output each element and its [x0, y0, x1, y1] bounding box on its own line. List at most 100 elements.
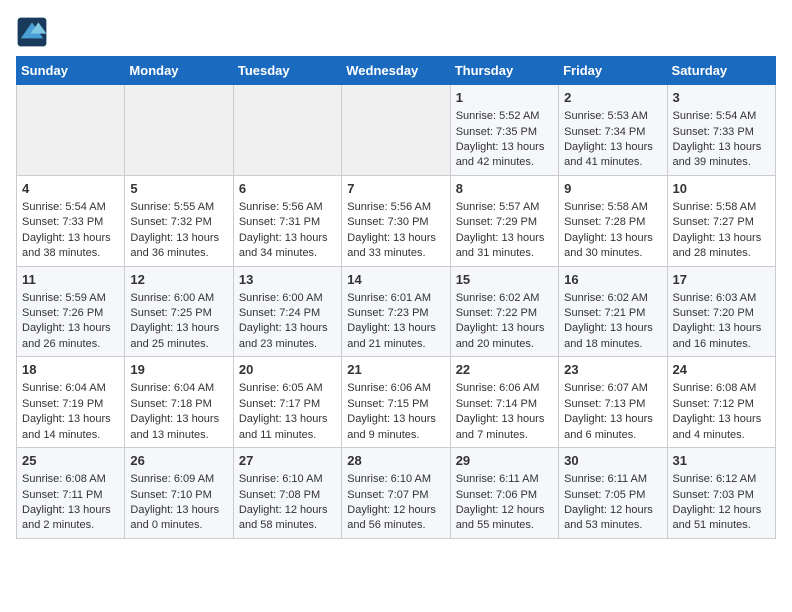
cell-info: and 36 minutes.	[130, 246, 227, 261]
cell-info: Sunset: 7:07 PM	[347, 488, 444, 503]
week-row-1: 1Sunrise: 5:52 AMSunset: 7:35 PMDaylight…	[17, 85, 776, 176]
column-header-saturday: Saturday	[667, 57, 775, 85]
day-number: 13	[239, 271, 336, 289]
column-header-friday: Friday	[559, 57, 667, 85]
day-number: 30	[564, 452, 661, 470]
cell-info: and 18 minutes.	[564, 337, 661, 352]
day-number: 23	[564, 361, 661, 379]
cell-info: Daylight: 13 hours	[564, 140, 661, 155]
cell-info: and 6 minutes.	[564, 428, 661, 443]
cell-info: Sunset: 7:31 PM	[239, 215, 336, 230]
cell-info: and 20 minutes.	[456, 337, 553, 352]
cell-info: Sunset: 7:03 PM	[673, 488, 770, 503]
cell-info: Sunrise: 6:11 AM	[564, 472, 661, 487]
cell-info: Sunset: 7:15 PM	[347, 397, 444, 412]
cell-info: Sunrise: 6:06 AM	[456, 381, 553, 396]
cell-info: and 58 minutes.	[239, 518, 336, 533]
cell-info: Daylight: 13 hours	[347, 231, 444, 246]
cell-info: Sunrise: 6:02 AM	[456, 291, 553, 306]
calendar-cell: 31Sunrise: 6:12 AMSunset: 7:03 PMDayligh…	[667, 448, 775, 539]
cell-info: and 30 minutes.	[564, 246, 661, 261]
cell-info: Sunset: 7:20 PM	[673, 306, 770, 321]
cell-info: Daylight: 13 hours	[673, 321, 770, 336]
day-number: 27	[239, 452, 336, 470]
cell-info: Daylight: 13 hours	[564, 231, 661, 246]
cell-info: and 23 minutes.	[239, 337, 336, 352]
calendar-cell: 15Sunrise: 6:02 AMSunset: 7:22 PMDayligh…	[450, 266, 558, 357]
cell-info: Sunset: 7:18 PM	[130, 397, 227, 412]
week-row-5: 25Sunrise: 6:08 AMSunset: 7:11 PMDayligh…	[17, 448, 776, 539]
calendar-cell: 25Sunrise: 6:08 AMSunset: 7:11 PMDayligh…	[17, 448, 125, 539]
cell-info: Daylight: 13 hours	[130, 503, 227, 518]
cell-info: Sunrise: 5:59 AM	[22, 291, 119, 306]
calendar-cell: 5Sunrise: 5:55 AMSunset: 7:32 PMDaylight…	[125, 175, 233, 266]
cell-info: Sunset: 7:33 PM	[22, 215, 119, 230]
cell-info: Sunset: 7:12 PM	[673, 397, 770, 412]
cell-info: Sunrise: 6:07 AM	[564, 381, 661, 396]
cell-info: Daylight: 13 hours	[456, 321, 553, 336]
day-number: 2	[564, 89, 661, 107]
cell-info: Sunrise: 5:58 AM	[673, 200, 770, 215]
cell-info: Sunrise: 5:54 AM	[673, 109, 770, 124]
cell-info: and 25 minutes.	[130, 337, 227, 352]
cell-info: and 31 minutes.	[456, 246, 553, 261]
cell-info: Sunrise: 5:55 AM	[130, 200, 227, 215]
day-number: 1	[456, 89, 553, 107]
cell-info: Sunset: 7:26 PM	[22, 306, 119, 321]
logo-icon	[16, 16, 48, 48]
cell-info: and 9 minutes.	[347, 428, 444, 443]
cell-info: and 16 minutes.	[673, 337, 770, 352]
cell-info: Sunrise: 6:10 AM	[347, 472, 444, 487]
cell-info: Sunset: 7:08 PM	[239, 488, 336, 503]
day-number: 16	[564, 271, 661, 289]
calendar-cell	[17, 85, 125, 176]
cell-info: Daylight: 12 hours	[564, 503, 661, 518]
calendar-cell: 23Sunrise: 6:07 AMSunset: 7:13 PMDayligh…	[559, 357, 667, 448]
cell-info: Daylight: 13 hours	[347, 412, 444, 427]
cell-info: Daylight: 13 hours	[239, 412, 336, 427]
day-number: 31	[673, 452, 770, 470]
cell-info: Sunset: 7:32 PM	[130, 215, 227, 230]
calendar-cell: 29Sunrise: 6:11 AMSunset: 7:06 PMDayligh…	[450, 448, 558, 539]
day-number: 6	[239, 180, 336, 198]
header	[16, 16, 776, 48]
cell-info: Daylight: 13 hours	[564, 321, 661, 336]
day-number: 17	[673, 271, 770, 289]
day-number: 24	[673, 361, 770, 379]
calendar-cell: 14Sunrise: 6:01 AMSunset: 7:23 PMDayligh…	[342, 266, 450, 357]
cell-info: and 38 minutes.	[22, 246, 119, 261]
week-row-4: 18Sunrise: 6:04 AMSunset: 7:19 PMDayligh…	[17, 357, 776, 448]
cell-info: and 51 minutes.	[673, 518, 770, 533]
cell-info: and 14 minutes.	[22, 428, 119, 443]
cell-info: Sunrise: 6:02 AM	[564, 291, 661, 306]
cell-info: Daylight: 13 hours	[564, 412, 661, 427]
calendar-cell: 21Sunrise: 6:06 AMSunset: 7:15 PMDayligh…	[342, 357, 450, 448]
cell-info: Daylight: 12 hours	[673, 503, 770, 518]
day-number: 8	[456, 180, 553, 198]
day-number: 18	[22, 361, 119, 379]
day-number: 4	[22, 180, 119, 198]
cell-info: Daylight: 13 hours	[130, 412, 227, 427]
calendar-cell: 17Sunrise: 6:03 AMSunset: 7:20 PMDayligh…	[667, 266, 775, 357]
cell-info: and 53 minutes.	[564, 518, 661, 533]
cell-info: and 13 minutes.	[130, 428, 227, 443]
cell-info: Daylight: 13 hours	[456, 412, 553, 427]
cell-info: and 39 minutes.	[673, 155, 770, 170]
cell-info: Sunset: 7:24 PM	[239, 306, 336, 321]
calendar-cell: 20Sunrise: 6:05 AMSunset: 7:17 PMDayligh…	[233, 357, 341, 448]
column-header-tuesday: Tuesday	[233, 57, 341, 85]
day-number: 11	[22, 271, 119, 289]
calendar-cell: 6Sunrise: 5:56 AMSunset: 7:31 PMDaylight…	[233, 175, 341, 266]
cell-info: Sunrise: 6:10 AM	[239, 472, 336, 487]
cell-info: Sunrise: 5:52 AM	[456, 109, 553, 124]
cell-info: Sunrise: 6:01 AM	[347, 291, 444, 306]
cell-info: Sunrise: 6:08 AM	[673, 381, 770, 396]
cell-info: Daylight: 13 hours	[456, 140, 553, 155]
calendar-cell: 11Sunrise: 5:59 AMSunset: 7:26 PMDayligh…	[17, 266, 125, 357]
calendar-cell: 10Sunrise: 5:58 AMSunset: 7:27 PMDayligh…	[667, 175, 775, 266]
calendar-cell: 27Sunrise: 6:10 AMSunset: 7:08 PMDayligh…	[233, 448, 341, 539]
cell-info: Sunset: 7:10 PM	[130, 488, 227, 503]
cell-info: Sunrise: 6:00 AM	[130, 291, 227, 306]
cell-info: Daylight: 13 hours	[130, 321, 227, 336]
calendar-cell: 24Sunrise: 6:08 AMSunset: 7:12 PMDayligh…	[667, 357, 775, 448]
